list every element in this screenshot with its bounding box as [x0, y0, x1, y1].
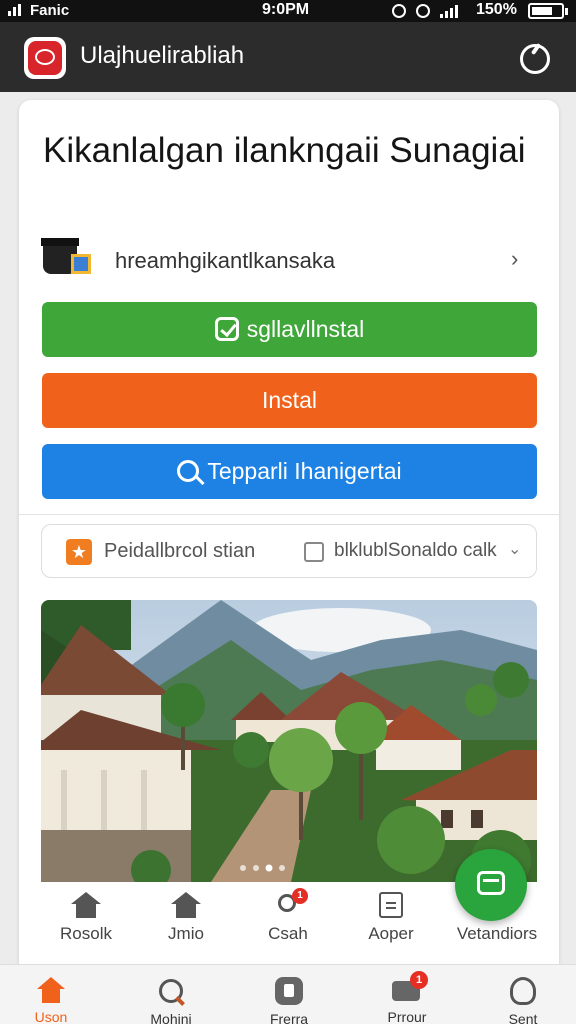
primary-install-label: sgllavllnstal: [246, 316, 365, 342]
document-icon: [379, 892, 403, 918]
nav-label: Frerra: [269, 1011, 309, 1024]
star-icon: ★: [66, 539, 92, 565]
power-icon[interactable]: [520, 44, 550, 74]
carousel-dot-active[interactable]: [265, 864, 273, 872]
village-illustration: [41, 600, 537, 882]
battery-icon: [528, 3, 568, 19]
message-icon: 1: [392, 971, 428, 1003]
nav-label: Uson: [34, 1009, 68, 1024]
status-bar: Fanic 9:0PM 150%: [0, 0, 576, 22]
status-time: 9:0PM: [262, 1, 310, 18]
nav-label: Mohini: [150, 1011, 192, 1024]
search-label: Tepparli Ihanigertai: [207, 458, 402, 484]
village-photo[interactable]: [41, 600, 537, 882]
carrier-name: Fanic: [30, 2, 70, 19]
carousel-dot[interactable]: [240, 865, 246, 871]
location-icon: [416, 4, 430, 19]
status-icons: [392, 2, 458, 19]
rating-tag[interactable]: Peidallbrcol stian: [104, 540, 255, 563]
publisher-row[interactable]: hreamhgikantlkansaka ›: [41, 236, 537, 284]
tab-label: Aoper: [368, 924, 414, 943]
bottom-nav: Uson Mohini Frerra 1 Prrour Sent: [0, 964, 576, 1024]
app-detail-card: Kikanlalgan ilankngaii Sunagiai hreamhgi…: [19, 100, 559, 980]
tab-vetandiors[interactable]: Vetandiors: [447, 918, 547, 944]
cell-signal-icon: [440, 4, 458, 19]
graduation-cap-icon: [41, 236, 91, 278]
app-logo-icon: [24, 37, 66, 79]
checkbox-icon[interactable]: [304, 542, 324, 562]
chevron-right-icon: ›: [511, 246, 519, 271]
tab-label: Csah: [268, 924, 308, 943]
nav-item-messages[interactable]: 1 Prrour: [362, 971, 452, 1024]
chat-icon: 1: [274, 888, 308, 918]
tab-csah[interactable]: 1 Csah: [243, 888, 333, 944]
battery-percent: 150%: [476, 1, 517, 18]
carousel-dots: [238, 860, 298, 878]
publisher-name: hreamhgikantlkansaka: [115, 248, 336, 273]
nav-item-settings[interactable]: Sent: [478, 977, 568, 1024]
carousel-indicator: [240, 864, 285, 872]
message-icon: [477, 871, 505, 895]
tab-label: Vetandiors: [456, 924, 538, 943]
chevron-down-icon[interactable]: ⌄: [508, 539, 521, 559]
install-label: Instal: [262, 387, 317, 413]
divider: [19, 514, 559, 515]
check-icon: [214, 316, 239, 341]
primary-install-button[interactable]: sgllavllnstal: [42, 302, 537, 357]
category-tag[interactable]: blklublSonaldo calk: [334, 540, 497, 562]
nav-item-store[interactable]: Frerra: [244, 977, 334, 1024]
alarm-icon: [392, 4, 406, 19]
tab-rosolk[interactable]: Rosolk: [41, 892, 131, 944]
nav-label: Sent: [508, 1011, 538, 1024]
tag-bar[interactable]: ★ Peidallbrcol stian blklublSonaldo calk…: [41, 524, 537, 578]
tab-label: Jmio: [168, 924, 204, 943]
search-icon: [177, 459, 200, 482]
home-icon: [37, 977, 65, 1003]
carousel-dot[interactable]: [279, 865, 285, 871]
page-title: Kikanlalgan ilankngaii Sunagiai: [43, 131, 526, 170]
signal-icon: [8, 4, 22, 16]
carousel-dot[interactable]: [253, 865, 259, 871]
install-button[interactable]: Instal: [42, 373, 537, 428]
store-icon: [275, 977, 303, 1005]
nav-label: Prrour: [387, 1009, 427, 1024]
tab-label: Rosolk: [60, 924, 112, 943]
settings-icon: [510, 977, 536, 1005]
search-icon: [157, 977, 185, 1005]
home-icon: [71, 892, 101, 918]
tab-jmio[interactable]: Jmio: [141, 892, 231, 944]
nav-item-home[interactable]: Uson: [6, 977, 96, 1024]
nav-item-search[interactable]: Mohini: [126, 977, 216, 1024]
app-title: Ulajhuelirabliah: [80, 42, 245, 69]
home-icon: [171, 892, 201, 918]
tab-aoper[interactable]: Aoper: [346, 892, 436, 944]
search-button[interactable]: Tepparli Ihanigertai: [42, 444, 537, 499]
app-bar: Ulajhuelirabliah: [0, 22, 576, 92]
chat-fab-button[interactable]: [455, 849, 527, 921]
